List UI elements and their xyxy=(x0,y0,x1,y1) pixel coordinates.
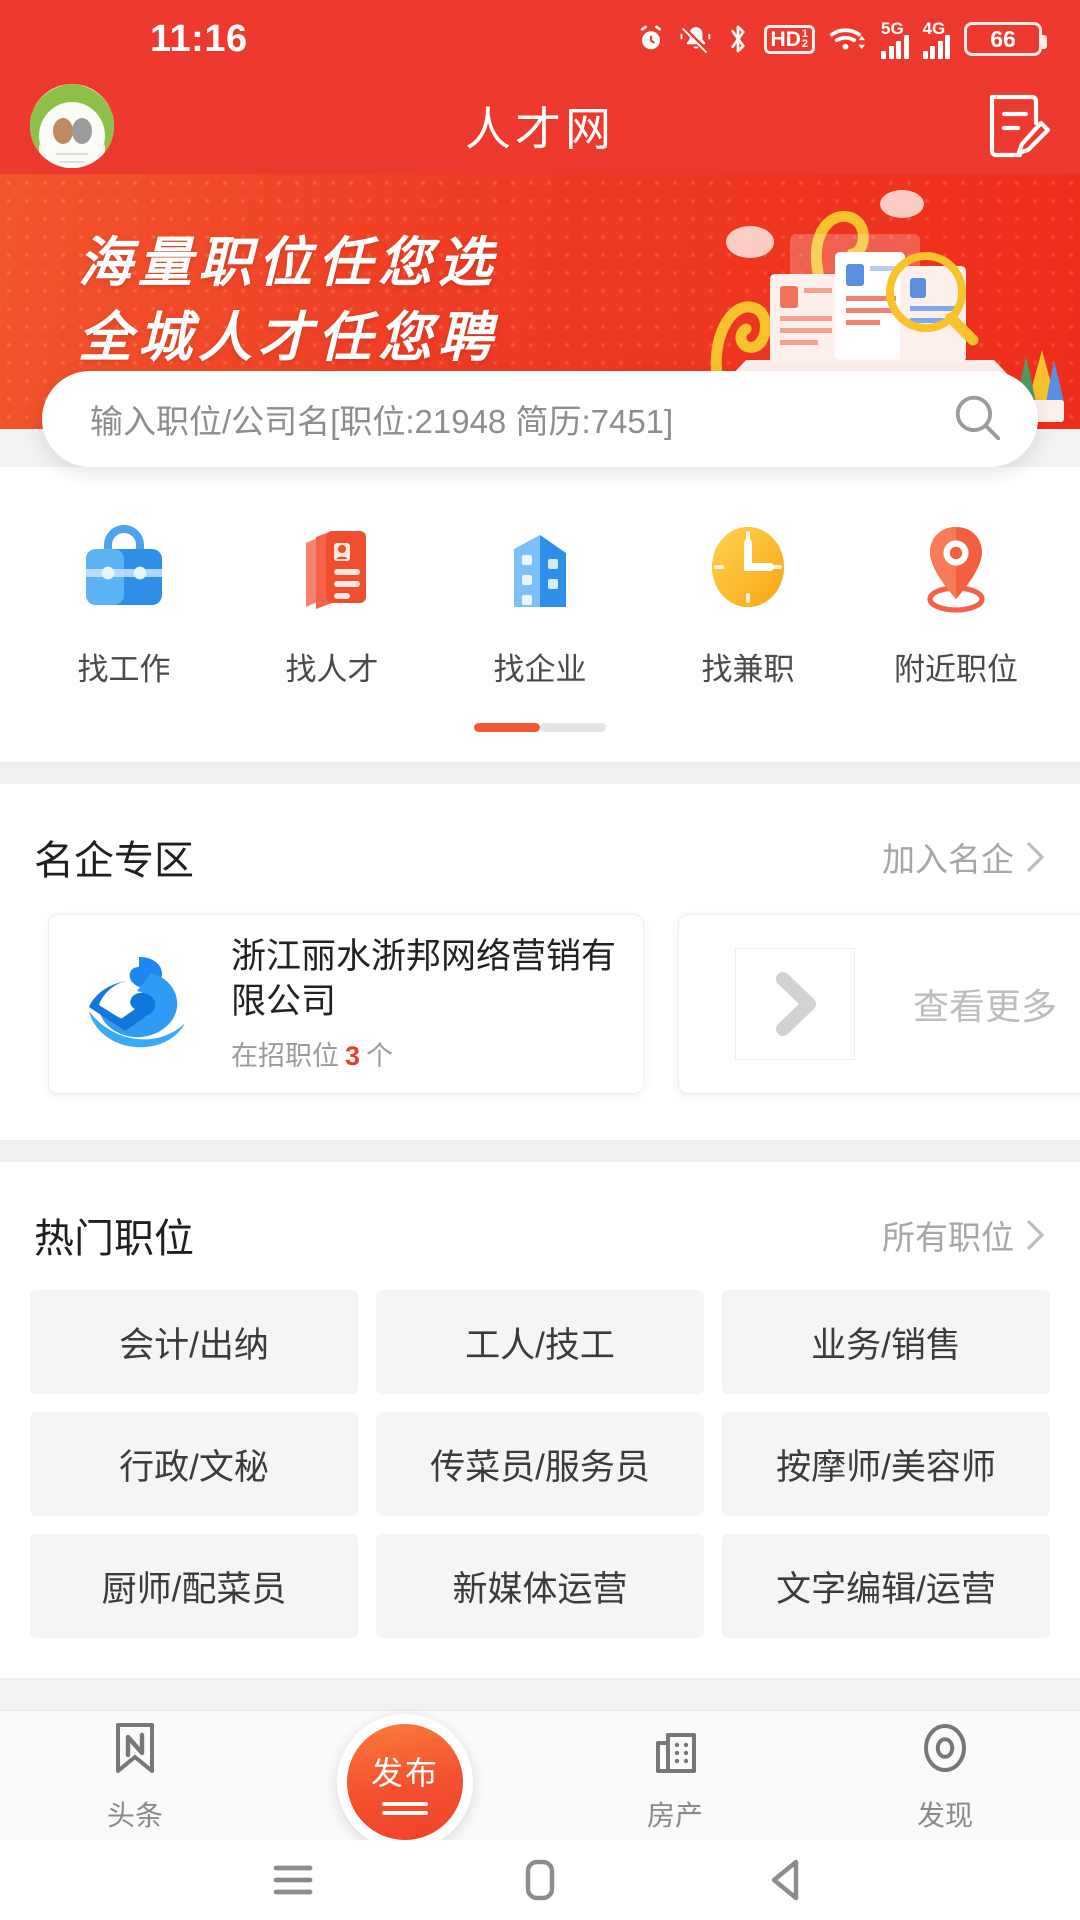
section-divider xyxy=(0,1140,1080,1162)
search-bar[interactable]: 输入职位/公司名[职位:21948 简历:7451] xyxy=(42,371,1038,467)
volte-hd-icon: HD 1 2 xyxy=(763,24,815,54)
quick-entry-label: 找企业 xyxy=(493,652,587,687)
section-title: 热门职位 xyxy=(34,1217,194,1261)
hot-jobs-section: 热门职位 所有职位 会计/出纳 工人/技工 业务/销售 行政/文秘 传菜员/服务… xyxy=(0,1162,1080,1678)
tab-label: 头条 xyxy=(106,1800,163,1831)
quick-entry-row: 找工作 找人才 找企业 找兼职 附近职位 xyxy=(0,467,1080,689)
job-tag[interactable]: 行政/文秘 xyxy=(30,1412,358,1516)
quick-entry-label: 附近职位 xyxy=(894,652,1018,687)
famous-companies-header: 名企专区 加入名企 xyxy=(0,784,1080,904)
chevron-right-icon xyxy=(735,948,855,1060)
view-more-label: 查看更多 xyxy=(913,986,1058,1027)
job-tag[interactable]: 按摩师/美容师 xyxy=(722,1412,1050,1516)
quick-entry-label: 找人才 xyxy=(285,652,379,687)
search-input[interactable]: 输入职位/公司名[职位:21948 简历:7451] xyxy=(90,395,950,443)
menu-icon[interactable] xyxy=(265,1852,321,1908)
bookmark-n-icon xyxy=(104,1717,166,1784)
company-open-jobs: 在招职位 3 个 xyxy=(231,1034,617,1073)
job-tag[interactable]: 会计/出纳 xyxy=(30,1290,358,1394)
bottom-tab-bar: 头条 发布 房产 发现 xyxy=(0,1710,1080,1850)
search-section: 输入职位/公司名[职位:21948 简历:7451] xyxy=(0,371,1080,467)
quick-entry-nearby[interactable]: 附近职位 xyxy=(852,515,1060,689)
quick-entry-panel: 找工作 找人才 找企业 找兼职 附近职位 xyxy=(0,467,1080,762)
wifi-icon xyxy=(829,24,867,54)
job-tag[interactable]: 新媒体运营 xyxy=(376,1534,704,1638)
briefcase-icon xyxy=(72,515,176,624)
company-card[interactable]: 浙江丽水浙邦网络营销有限公司 在招职位 3 个 xyxy=(48,914,644,1094)
status-time: 11:16 xyxy=(150,17,248,60)
location-pin-icon xyxy=(904,515,1008,624)
quick-entry-part-time[interactable]: 找兼职 xyxy=(644,515,852,689)
signal-4g-icon: 4G xyxy=(922,20,950,59)
avatar[interactable] xyxy=(30,84,114,168)
company-name: 浙江丽水浙邦网络营销有限公司 xyxy=(231,936,617,1021)
carousel-dot-active[interactable] xyxy=(474,723,540,732)
chevron-right-icon xyxy=(1026,1219,1045,1251)
open-jobs-count: 3 xyxy=(345,1041,361,1072)
open-jobs-suffix: 个 xyxy=(366,1041,394,1072)
all-jobs-label: 所有职位 xyxy=(882,1219,1014,1256)
section-title: 名企专区 xyxy=(34,839,194,883)
tab-discover[interactable]: 发现 xyxy=(810,1717,1080,1834)
banner-text: 海量职位任您选 全城人才任您聘 xyxy=(78,226,498,375)
home-icon[interactable] xyxy=(512,1852,568,1908)
quick-entry-label: 找兼职 xyxy=(701,652,795,687)
publish-label: 发布 xyxy=(370,1755,439,1791)
hot-job-tag-grid: 会计/出纳 工人/技工 业务/销售 行政/文秘 传菜员/服务员 按摩师/美容师 … xyxy=(0,1282,1080,1678)
resume-edit-icon[interactable] xyxy=(984,88,1051,165)
banner-line-1: 海量职位任您选 xyxy=(78,233,498,293)
page-title: 人才网 xyxy=(465,103,615,155)
tab-label: 发现 xyxy=(916,1800,973,1831)
all-jobs-link[interactable]: 所有职位 xyxy=(882,1211,1046,1259)
tab-headlines[interactable]: 头条 xyxy=(0,1717,270,1834)
quick-entry-find-talent[interactable]: 找人才 xyxy=(228,515,436,689)
android-nav-bar xyxy=(0,1840,1080,1920)
search-icon[interactable] xyxy=(950,390,1004,449)
quick-entry-find-company[interactable]: 找企业 xyxy=(436,515,644,689)
join-label: 加入名企 xyxy=(882,841,1014,878)
join-famous-companies-link[interactable]: 加入名企 xyxy=(882,833,1046,881)
app-header: 人才网 xyxy=(0,78,1080,174)
publish-button[interactable]: 发布 xyxy=(337,1713,473,1850)
banner-line-2: 全城人才任您聘 xyxy=(78,307,498,368)
job-tag[interactable]: 工人/技工 xyxy=(376,1290,704,1394)
signal-5g-icon: 5G xyxy=(881,20,909,59)
tab-real-estate[interactable]: 房产 xyxy=(540,1717,810,1834)
bluetooth-icon xyxy=(726,23,750,55)
company-card-list[interactable]: 浙江丽水浙邦网络营销有限公司 在招职位 3 个 查看更多 xyxy=(0,904,1080,1140)
quick-entry-find-job[interactable]: 找工作 xyxy=(20,515,228,689)
hot-jobs-header: 热门职位 所有职位 xyxy=(0,1162,1080,1282)
clock-icon xyxy=(696,515,800,624)
quick-entry-label: 找工作 xyxy=(77,652,171,687)
mute-icon xyxy=(680,24,712,54)
job-tag[interactable]: 传菜员/服务员 xyxy=(376,1412,704,1516)
job-tag[interactable]: 业务/销售 xyxy=(722,1290,1050,1394)
building-icon xyxy=(644,1717,706,1784)
company-logo-icon xyxy=(75,944,207,1064)
alarm-icon xyxy=(636,24,666,54)
resume-cards-icon xyxy=(280,515,384,624)
open-jobs-prefix: 在招职位 xyxy=(231,1041,339,1072)
status-bar: 11:16 HD 1 2 5G 4G 66 xyxy=(0,0,1080,78)
tab-label: 房产 xyxy=(646,1800,703,1831)
publish-icon xyxy=(382,1802,428,1815)
carousel-indicator[interactable] xyxy=(0,689,1080,762)
carousel-dot[interactable] xyxy=(540,723,606,732)
buildings-icon xyxy=(488,515,592,624)
section-divider xyxy=(0,762,1080,784)
battery-icon: 66 xyxy=(964,22,1047,56)
view-more-companies-card[interactable]: 查看更多 xyxy=(678,914,1080,1094)
famous-companies-section: 名企专区 加入名企 浙江丽水浙邦网络营销有限公司 在招职位 3 个 查看更多 xyxy=(0,784,1080,1140)
chevron-right-icon xyxy=(1026,841,1045,873)
job-tag[interactable]: 厨师/配菜员 xyxy=(30,1534,358,1638)
status-icons: HD 1 2 5G 4G 66 xyxy=(636,20,1047,59)
back-icon[interactable] xyxy=(759,1852,815,1908)
job-tag[interactable]: 文字编辑/运营 xyxy=(722,1534,1050,1638)
eye-icon xyxy=(914,1717,976,1784)
company-info: 浙江丽水浙邦网络营销有限公司 在招职位 3 个 xyxy=(231,935,617,1074)
